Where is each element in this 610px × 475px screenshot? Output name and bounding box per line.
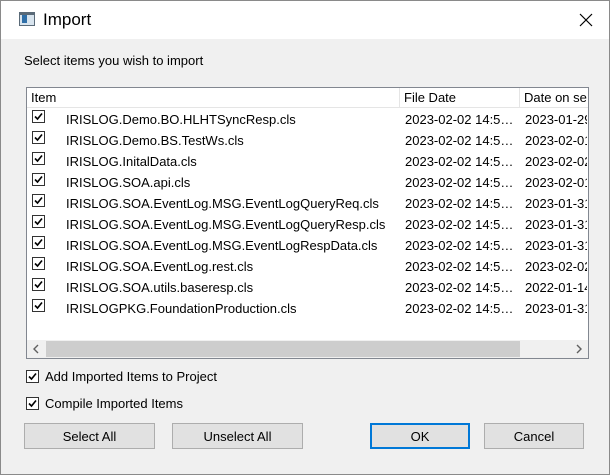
window-title: Import — [43, 10, 92, 29]
cancel-button[interactable]: Cancel — [484, 423, 584, 449]
list-rows: IRISLOG.Demo.BO.HLHTSyncResp.cls 2023-02-… — [27, 108, 588, 318]
table-row[interactable]: IRISLOG.InitalData.cls 2023-02-02 14:59..… — [27, 150, 588, 171]
add-to-project-option[interactable]: Add Imported Items to Project — [26, 369, 217, 384]
item-name: IRISLOGPKG.FoundationProduction.cls — [66, 301, 297, 316]
row-checkbox[interactable] — [32, 236, 45, 249]
items-list[interactable]: Item File Date Date on se IRISLOG.Demo.B… — [26, 87, 589, 359]
item-name: IRISLOG.SOA.utils.baseresp.cls — [66, 280, 254, 295]
table-row[interactable]: IRISLOG.Demo.BO.HLHTSyncResp.cls 2023-02-… — [27, 108, 588, 129]
file-date: 2023-02-02 14:59... — [405, 112, 515, 127]
row-checkbox[interactable] — [32, 110, 45, 123]
table-row[interactable]: IRISLOG.SOA.utils.baseresp.cls 2023-02-02… — [27, 276, 588, 297]
file-date: 2023-02-02 14:59... — [405, 175, 515, 190]
add-to-project-checkbox[interactable] — [26, 370, 39, 383]
chevron-right-icon — [576, 344, 582, 354]
check-icon — [34, 301, 43, 310]
row-checkbox[interactable] — [32, 278, 45, 291]
file-date: 2023-02-02 14:59... — [405, 154, 515, 169]
row-checkbox[interactable] — [32, 194, 45, 207]
select-all-button[interactable]: Select All — [24, 423, 155, 449]
check-icon — [34, 217, 43, 226]
item-name: IRISLOG.InitalData.cls — [66, 154, 197, 169]
table-row[interactable]: IRISLOGPKG.FoundationProduction.cls 2023-… — [27, 297, 588, 318]
date-on-server: 2023-02-01 — [525, 133, 587, 148]
item-name: IRISLOG.SOA.EventLog.MSG.EventLogQueryRe… — [66, 217, 386, 232]
row-checkbox[interactable] — [32, 299, 45, 312]
date-on-server: 2023-01-29 — [525, 112, 587, 127]
date-on-server: 2023-01-31 — [525, 217, 587, 232]
table-row[interactable]: IRISLOG.SOA.api.cls 2023-02-02 14:59... 20… — [27, 171, 588, 192]
item-name: IRISLOG.SOA.EventLog.rest.cls — [66, 259, 254, 274]
row-checkbox[interactable] — [32, 257, 45, 270]
date-on-server: 2023-02-02 — [525, 154, 587, 169]
date-on-server: 2023-02-01 — [525, 175, 587, 190]
item-name: IRISLOG.SOA.api.cls — [66, 175, 191, 190]
row-checkbox[interactable] — [32, 131, 45, 144]
compile-option[interactable]: Compile Imported Items — [26, 396, 183, 411]
compile-checkbox[interactable] — [26, 397, 39, 410]
list-header: Item File Date Date on se — [27, 88, 588, 108]
check-icon — [28, 372, 37, 381]
item-name: IRISLOG.Demo.BO.HLHTSyncResp.cls — [66, 112, 296, 127]
check-icon — [34, 175, 43, 184]
check-icon — [34, 112, 43, 121]
date-on-server: 2023-02-02 — [525, 259, 587, 274]
column-header-file-date[interactable]: File Date — [400, 88, 520, 107]
unselect-all-button[interactable]: Unselect All — [172, 423, 303, 449]
row-checkbox[interactable] — [32, 152, 45, 165]
file-date: 2023-02-02 14:59... — [405, 238, 515, 253]
table-row[interactable]: IRISLOG.SOA.EventLog.MSG.EventLogRespDat… — [27, 234, 588, 255]
scroll-left-button[interactable] — [27, 340, 45, 358]
close-icon — [579, 13, 593, 27]
file-date: 2023-02-02 14:59... — [405, 133, 515, 148]
column-header-date-on-server[interactable]: Date on se — [520, 88, 588, 107]
check-icon — [34, 280, 43, 289]
item-name: IRISLOG.SOA.EventLog.MSG.EventLogQueryRe… — [66, 196, 379, 211]
scroll-right-button[interactable] — [570, 340, 588, 358]
row-checkbox[interactable] — [32, 173, 45, 186]
table-row[interactable]: IRISLOG.SOA.EventLog.MSG.EventLogQueryRe… — [27, 213, 588, 234]
scrollbar-thumb[interactable] — [46, 341, 520, 357]
compile-label: Compile Imported Items — [45, 396, 183, 411]
date-on-server: 2023-01-31 — [525, 238, 587, 253]
file-date: 2023-02-02 14:59... — [405, 217, 515, 232]
item-name: IRISLOG.Demo.BS.TestWs.cls — [66, 133, 244, 148]
file-date: 2023-02-02 14:59... — [405, 196, 515, 211]
file-date: 2023-02-02 14:59... — [405, 301, 515, 316]
file-date: 2023-02-02 14:59... — [405, 280, 515, 295]
date-on-server: 2023-01-31 — [525, 301, 587, 316]
check-icon — [34, 259, 43, 268]
check-icon — [34, 196, 43, 205]
check-icon — [34, 133, 43, 142]
add-to-project-label: Add Imported Items to Project — [45, 369, 217, 384]
check-icon — [28, 399, 37, 408]
title-bar[interactable]: Import — [1, 1, 609, 39]
instruction-text: Select items you wish to import — [24, 53, 204, 68]
close-button[interactable] — [563, 1, 609, 39]
table-row[interactable]: IRISLOG.SOA.EventLog.rest.cls 2023-02-02 … — [27, 255, 588, 276]
date-on-server: 2022-01-14 — [525, 280, 587, 295]
date-on-server: 2023-01-31 — [525, 196, 587, 211]
table-row[interactable]: IRISLOG.SOA.EventLog.MSG.EventLogQueryRe… — [27, 192, 588, 213]
file-date: 2023-02-02 14:59... — [405, 259, 515, 274]
check-icon — [34, 154, 43, 163]
chevron-left-icon — [33, 344, 39, 354]
check-icon — [34, 238, 43, 247]
item-name: IRISLOG.SOA.EventLog.MSG.EventLogRespDat… — [66, 238, 378, 253]
import-dialog: Import Select items you wish to import I… — [0, 0, 610, 475]
window-icon — [19, 12, 35, 26]
column-header-item[interactable]: Item — [27, 88, 400, 107]
ok-button[interactable]: OK — [370, 423, 470, 449]
table-row[interactable]: IRISLOG.Demo.BS.TestWs.cls 2023-02-02 14:… — [27, 129, 588, 150]
row-checkbox[interactable] — [32, 215, 45, 228]
horizontal-scrollbar[interactable] — [27, 340, 588, 358]
